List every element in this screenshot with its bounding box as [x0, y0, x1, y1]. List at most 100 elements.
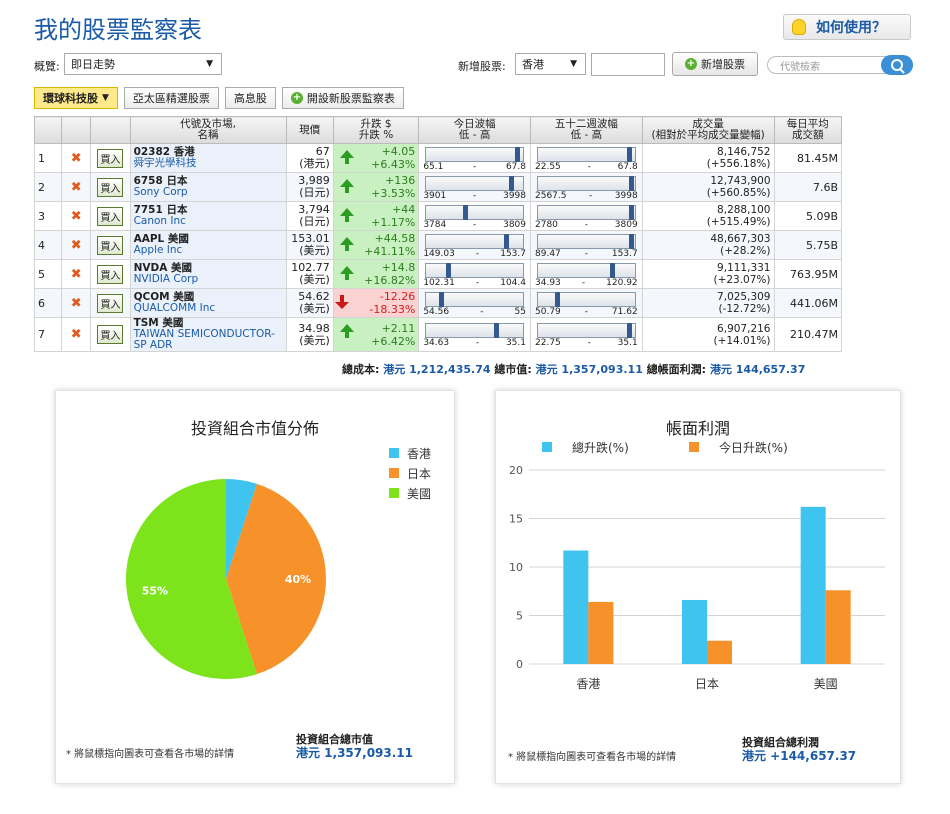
range-sep: -	[473, 161, 477, 172]
bar-chart[interactable]: 0 5 10 15 20 香港 日本 美國 總升跌(%) 今日升跌(%)	[496, 391, 900, 783]
change-cell: +14.8 +16.82%	[332, 259, 420, 289]
y-tick-label: 15	[509, 513, 523, 526]
bar-0-1[interactable]	[588, 601, 614, 664]
buy-button[interactable]: 買入	[97, 264, 124, 284]
market-select[interactable]: 香港 ▼	[515, 53, 586, 75]
delete-icon[interactable]: ✖	[61, 230, 92, 260]
table-row: 3 ✖ 買入 7751 日本 Canon Inc 3,794 (日元) +44 +1.17% 37…	[33, 201, 842, 231]
range-sep: -	[475, 338, 480, 348]
stock-name-link[interactable]: TAIWAN SEMICONDUCTOR-SP ADR	[134, 329, 283, 351]
range-low: 65.1	[423, 161, 444, 172]
add-stock-button-label: 新增股票	[701, 58, 745, 71]
col-day-range[interactable]: 今日波幅 低 - 高	[418, 116, 531, 144]
buy-button[interactable]: 買入	[97, 177, 124, 197]
chevron-down-icon: ▼	[570, 59, 577, 69]
x-tick-label: 日本	[695, 677, 719, 691]
stock-name-link[interactable]: NVIDIA Corp	[134, 274, 283, 285]
52week-range-cell: 2567.5 - 3998	[530, 172, 643, 202]
col-buy	[90, 116, 131, 144]
stock-name-link[interactable]: Canon Inc	[134, 216, 283, 227]
volume-relative: (-12.72%)	[718, 303, 771, 315]
stock-name-link[interactable]: Sony Corp	[134, 187, 283, 198]
buy-button[interactable]: 買入	[97, 148, 124, 168]
delete-icon[interactable]: ✖	[61, 317, 92, 352]
table-row: 7 ✖ 買入 TSM 美國 TAIWAN SEMICONDUCTOR-SP ADR 34.…	[33, 317, 842, 352]
row-index: 7	[33, 317, 63, 352]
range-sep: -	[584, 219, 588, 230]
search-button[interactable]	[881, 55, 913, 75]
stock-name-cell: AAPL 美國 Apple Inc	[129, 230, 287, 260]
day-range-cell: 102.31 - 104.4	[418, 259, 531, 289]
bar-2-0[interactable]	[800, 506, 826, 664]
col-52week-range[interactable]: 五十二週波幅 低 - 高	[530, 116, 643, 144]
table-row: 1 ✖ 買入 02382 香港 舜宇光學科技 67 (港元) +4.05 +6.43% 65.1 -…	[33, 143, 842, 173]
stock-name-link[interactable]: 舜宇光學科技	[134, 158, 283, 169]
row-index: 3	[33, 201, 63, 231]
52week-range-cell: 22.75 - 35.1	[530, 317, 643, 352]
search-box[interactable]: 代號檢索	[767, 55, 913, 75]
stock-name-cell: 6758 日本 Sony Corp	[129, 172, 287, 202]
bar-1-1[interactable]	[707, 640, 732, 664]
buy-button[interactable]: 買入	[97, 206, 124, 226]
range-sep: -	[473, 219, 477, 230]
stock-name-cell: 7751 日本 Canon Inc	[129, 201, 287, 231]
portfolio-total-profit: 港元 +144,657.37	[742, 749, 857, 763]
legend-swatch	[389, 468, 399, 478]
stock-name-link[interactable]: Apple Inc	[134, 245, 283, 256]
range-low: 2567.5	[535, 190, 567, 201]
x-tick-label: 香港	[576, 677, 600, 691]
volume-cell: 8,146,752 (+556.18%)	[641, 143, 775, 173]
price-cell: 153.01 (美元)	[285, 230, 334, 260]
legend-swatch	[689, 442, 699, 452]
avg-turnover: 763.95M	[773, 259, 842, 289]
range-marker	[626, 146, 632, 162]
buy-button[interactable]: 買入	[97, 325, 124, 344]
stock-name-link[interactable]: QUALCOMM Inc	[134, 303, 283, 314]
overview-select[interactable]: 即日走勢 ▼	[64, 53, 222, 75]
range-marker	[462, 204, 468, 220]
col-change[interactable]: 升跌 $ 升跌 %	[332, 116, 420, 144]
tab-high-dividend[interactable]: 高息股	[224, 87, 276, 109]
day-range-cell: 65.1 - 67.8	[418, 143, 531, 173]
tab-global-tech[interactable]: 環球科技股 ▼	[34, 87, 118, 109]
portfolio-totals: 總成本: 港元 1,212,435.74 總市值: 港元 1,357,093.1…	[342, 361, 805, 377]
range-low: 149.03	[423, 248, 455, 259]
delete-icon[interactable]: ✖	[61, 172, 92, 202]
volume-relative: (+560.85%)	[706, 187, 771, 199]
delete-icon[interactable]: ✖	[61, 288, 92, 318]
add-stock-button[interactable]: + 新增股票	[672, 52, 758, 76]
stock-code-input[interactable]	[591, 53, 665, 76]
overview-label: 概覽:	[34, 60, 60, 73]
bar-0-0[interactable]	[563, 550, 589, 664]
buy-button[interactable]: 買入	[97, 235, 124, 255]
tab-new-watchlist[interactable]: + 開設新股票監察表	[281, 87, 404, 109]
range-high: 71.62	[611, 306, 638, 317]
buy-button[interactable]: 買入	[97, 293, 124, 313]
col-price[interactable]: 現價	[285, 116, 334, 144]
range-marker	[628, 233, 634, 249]
52week-range-bar	[537, 323, 636, 338]
col-volume[interactable]: 成交量 (相對於平均成交量變幅)	[641, 116, 775, 144]
help-button[interactable]: 如何使用？	[783, 14, 911, 40]
52week-range-cell: 22.55 - 67.8	[530, 143, 643, 173]
tab-asia-pacific[interactable]: 亞太區精選股票	[123, 87, 219, 109]
avg-turnover: 210.47M	[773, 317, 842, 352]
delete-icon[interactable]: ✖	[61, 259, 92, 289]
delete-icon[interactable]: ✖	[61, 201, 92, 231]
delete-icon[interactable]: ✖	[61, 143, 92, 173]
bar-1-0[interactable]	[682, 599, 707, 664]
52week-range-bar	[537, 233, 636, 249]
page-title: 我的股票監察表	[34, 16, 202, 44]
day-range-bar	[425, 262, 524, 278]
col-avg-turnover[interactable]: 每日平均 成交額	[773, 116, 842, 144]
pie-slice-label: 55%	[142, 584, 168, 597]
price-cell: 3,989 (日元)	[285, 172, 334, 202]
range-low: 22.55	[535, 161, 561, 172]
bar-2-1[interactable]	[825, 590, 851, 664]
search-placeholder: 代號檢索	[780, 61, 820, 73]
52week-range-bar	[537, 262, 636, 278]
volume-cell: 7,025,309 (-12.72%)	[641, 288, 775, 318]
col-name[interactable]: 代號及市場, 名稱	[129, 116, 287, 144]
legend-label: 日本	[407, 467, 431, 481]
pie-chart[interactable]: 40% 55% 香港日本美國	[56, 391, 454, 783]
